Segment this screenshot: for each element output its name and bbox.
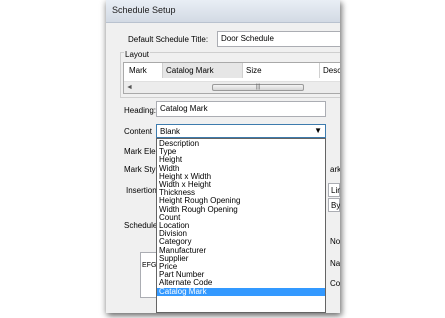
window-title: Schedule Setup bbox=[112, 5, 176, 15]
right-note-label: Note bbox=[330, 237, 340, 246]
layout-horizontal-scrollbar[interactable]: ◄ ||| bbox=[124, 81, 340, 93]
efg-label: EFG bbox=[142, 262, 156, 269]
dropdown-option[interactable]: Supplier bbox=[157, 254, 325, 263]
schedule-title-label: Default Schedule Title: bbox=[128, 35, 209, 44]
mark-element-label: Mark Elem bbox=[124, 147, 156, 156]
schedule-setup-dialog: Schedule Setup Default Schedule Title: D… bbox=[106, 0, 340, 313]
heading-value: Catalog Mark bbox=[160, 104, 208, 113]
dropdown-option[interactable]: Type bbox=[157, 148, 325, 156]
column-header-mark[interactable]: Mark bbox=[126, 63, 163, 78]
title-bar: Schedule Setup bbox=[106, 0, 340, 23]
right-lin-label: Lin bbox=[331, 186, 340, 195]
right-by-label: By bbox=[331, 201, 340, 210]
column-header-size[interactable]: Size bbox=[243, 63, 320, 78]
dropdown-option[interactable]: Height bbox=[157, 156, 325, 164]
thumb-grip-icon: ||| bbox=[255, 84, 261, 90]
heading-label: Heading: bbox=[124, 106, 157, 115]
content-dropdown-list[interactable]: Description Type Height Width Height x Width… bbox=[156, 138, 326, 313]
right-name-label: Name bbox=[330, 259, 340, 268]
chevron-down-icon[interactable]: ▼ bbox=[314, 125, 322, 137]
content-label: Content bbox=[124, 127, 153, 136]
right-ark-label: ark bbox=[330, 165, 340, 174]
schedule-title-input[interactable]: Door Schedule bbox=[217, 31, 340, 47]
scrollbar-thumb[interactable]: ||| bbox=[212, 84, 304, 91]
column-header-text: Catalog Mark bbox=[166, 66, 214, 75]
column-header-text: Desc bbox=[323, 66, 340, 75]
column-header-desc[interactable]: Desc bbox=[320, 63, 340, 78]
content-selected-value: Blank bbox=[160, 127, 181, 136]
heading-input[interactable]: Catalog Mark bbox=[156, 101, 326, 117]
column-header-catalog-mark[interactable]: Catalog Mark bbox=[163, 63, 243, 78]
dropdown-option[interactable]: Description bbox=[157, 140, 325, 148]
right-comm-label: Comm bbox=[330, 279, 340, 288]
column-header-text: Mark bbox=[129, 66, 147, 75]
dropdown-option[interactable]: Catalog Mark bbox=[157, 287, 325, 296]
mark-style-label: Mark Styl bbox=[124, 165, 156, 174]
column-header-text: Size bbox=[246, 66, 262, 75]
layout-label: Layout bbox=[124, 50, 151, 59]
schedule-title-value: Door Schedule bbox=[221, 34, 274, 43]
insertion-label: Insertion bbox=[126, 186, 156, 195]
schedule-label: Schedule bbox=[124, 221, 156, 230]
layout-grid[interactable]: Mark Catalog Mark Size Desc ◄ ||| bbox=[123, 62, 340, 94]
dropdown-option[interactable]: Width Rough Opening bbox=[157, 205, 325, 214]
content-combobox[interactable]: Blank ▼ bbox=[156, 124, 326, 138]
scroll-left-icon[interactable]: ◄ bbox=[124, 82, 135, 93]
